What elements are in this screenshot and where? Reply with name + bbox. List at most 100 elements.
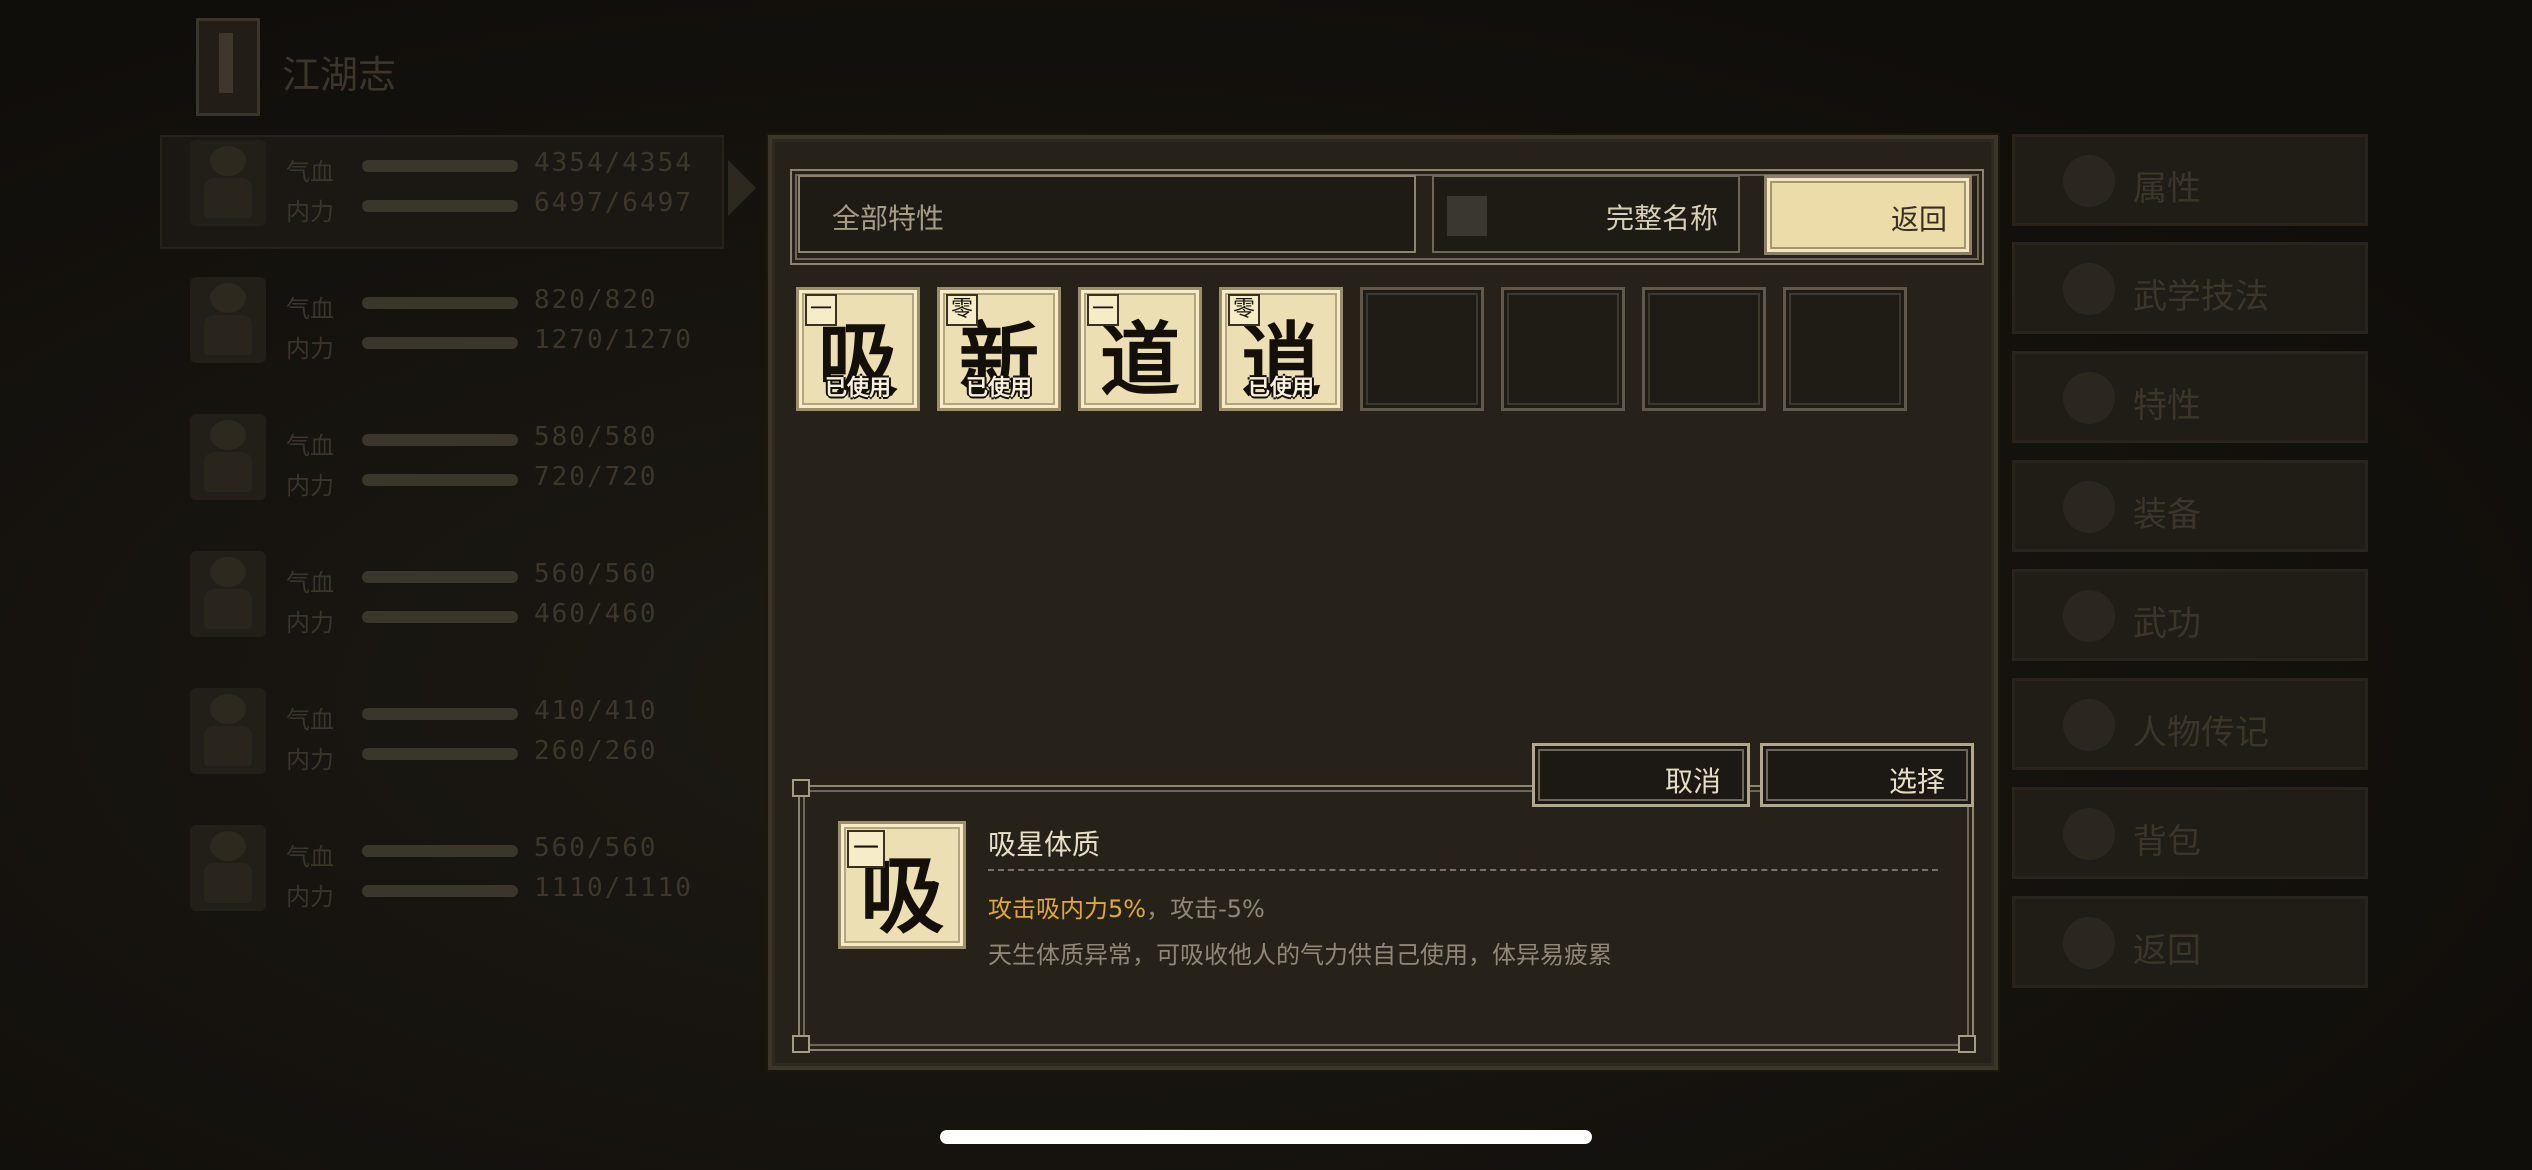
menu-attributes-button[interactable]: 属性 [2012,134,2368,226]
menu-label: 装备 [2133,495,2201,535]
used-label: 已使用 [1247,376,1314,401]
back-button[interactable]: 返回 [1764,175,1972,255]
mp-value: 1270/1270 [534,325,693,355]
mp-bar [362,885,518,897]
cancel-label: 取消 [1664,765,1721,798]
party-member[interactable]: 气血 560/560 内力 1110/1110 [170,815,730,925]
hp-label: 气血 [286,843,334,871]
character-icon [2063,155,2115,207]
menu-label: 返回 [2133,931,2201,971]
hp-bar [362,571,518,583]
mp-value: 260/260 [534,736,658,766]
hp-label: 气血 [286,295,334,323]
hp-value: 560/560 [534,559,658,589]
party-member[interactable]: 气血 580/580 内力 720/720 [170,404,730,514]
trait-card[interactable]: 逍 零 已使用 [1219,287,1343,411]
door-icon [2063,917,2115,969]
party-member[interactable]: 气血 4354/4354 内力 6497/6497 [170,130,730,240]
mp-bar [362,474,518,486]
frame-corner [1958,1035,1976,1053]
menu-label: 人物传记 [2133,713,2269,753]
hp-value: 410/410 [534,696,658,726]
avatar [190,825,266,911]
menu-traits-button[interactable]: 特性 [2012,351,2368,443]
scroll-icon [2063,590,2115,642]
select-label: 选择 [1888,765,1945,798]
divider [988,869,1938,871]
back-label: 返回 [1890,203,1947,236]
used-label: 已使用 [965,376,1032,401]
hp-value: 820/820 [534,285,658,315]
effect-separator: ， [1146,895,1171,923]
cancel-button[interactable]: 取消 [1532,743,1750,807]
menu-biography-button[interactable]: 人物传记 [2012,678,2368,770]
mp-label: 内力 [286,746,334,774]
mp-value: 720/720 [534,462,658,492]
menu-label: 背包 [2133,822,2201,862]
detail-trait-card: 吸 一 [838,821,966,949]
menu-label: 属性 [2133,169,2201,209]
home-indicator[interactable] [940,1130,1592,1144]
hp-label: 气血 [286,569,334,597]
mp-label: 内力 [286,609,334,637]
menu-bag-button[interactable]: 背包 [2012,787,2368,879]
hp-bar [362,708,518,720]
character-icon [2063,263,2115,315]
trait-card[interactable]: 新 零 已使用 [937,287,1061,411]
mp-label: 内力 [286,883,334,911]
positive-effect: 攻击吸内力5% [988,895,1147,923]
trait-effect: 攻击吸内力5%，攻击-5% [988,889,1265,924]
full-name-checkbox[interactable] [1444,193,1490,239]
mp-bar [362,748,518,760]
mp-bar [362,200,518,212]
empty-trait-slot[interactable] [1360,287,1484,411]
hp-value: 560/560 [534,833,658,863]
avatar [190,414,266,500]
empty-trait-slot[interactable] [1501,287,1625,411]
party-member[interactable]: 气血 560/560 内力 460/460 [170,541,730,651]
detail-frame [798,785,1974,1051]
menu-label: 武学技法 [2133,277,2269,317]
party-member[interactable]: 气血 820/820 内力 1270/1270 [170,267,730,377]
hp-value: 580/580 [534,422,658,452]
trait-card[interactable]: 道 一 [1078,287,1202,411]
trait-char: 道 [1100,313,1180,407]
avatar [190,277,266,363]
full-name-label: 完整名称 [1605,202,1718,235]
grade-badge: 一 [1087,294,1119,326]
bag-icon [2063,808,2115,860]
trait-card[interactable]: 吸 一 已使用 [796,287,920,411]
mp-value: 6497/6497 [534,188,693,218]
frame-corner [792,779,810,797]
selection-arrow-icon [728,160,756,216]
hp-bar [362,434,518,446]
menu-label: 特性 [2133,386,2201,426]
mp-label: 内力 [286,198,334,226]
trait-detail-panel: 吸 一 吸星体质 攻击吸内力5%，攻击-5% 天生体质异常，可吸收他人的气力供自… [792,779,1976,1053]
avatar [190,551,266,637]
menu-return-button[interactable]: 返回 [2012,896,2368,988]
book-icon [2063,699,2115,751]
empty-trait-slot[interactable] [1783,287,1907,411]
hp-bar [362,297,518,309]
hp-bar [362,160,518,172]
trait-filter-dropdown[interactable]: 全部特性 [798,175,1416,253]
menu-equipment-button[interactable]: 装备 [2012,460,2368,552]
full-name-toggle[interactable]: 完整名称 [1432,175,1740,253]
hp-label: 气血 [286,706,334,734]
character-icon [2063,372,2115,424]
grade-badge: 一 [805,294,837,326]
trait-description: 天生体质异常，可吸收他人的气力供自己使用，体异易疲累 [988,941,1612,969]
hp-bar [362,845,518,857]
party-member[interactable]: 气血 410/410 内力 260/260 [170,678,730,788]
select-button[interactable]: 选择 [1760,743,1974,807]
used-label: 已使用 [824,376,891,401]
menu-kungfu-button[interactable]: 武功 [2012,569,2368,661]
menu-martial-skills-button[interactable]: 武学技法 [2012,242,2368,334]
empty-trait-slot[interactable] [1642,287,1766,411]
mp-value: 460/460 [534,599,658,629]
hp-label: 气血 [286,158,334,186]
trait-name: 吸星体质 [988,828,1101,861]
mp-value: 1110/1110 [534,873,693,903]
frame-corner [792,1035,810,1053]
